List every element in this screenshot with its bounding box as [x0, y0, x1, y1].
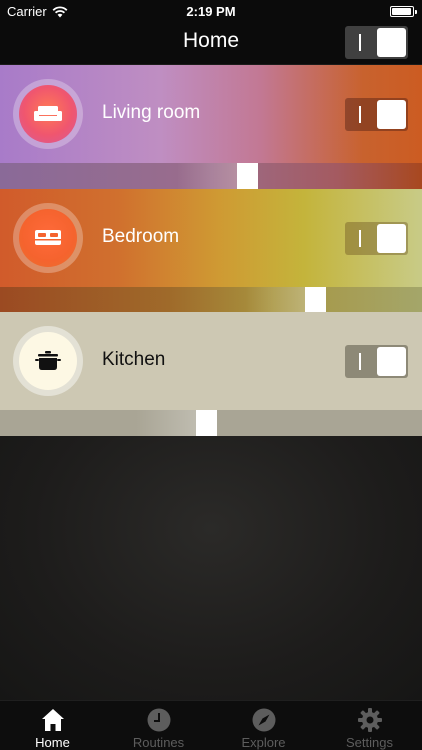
- living-room-brightness-slider[interactable]: [0, 163, 422, 189]
- sofa-icon: [34, 106, 62, 121]
- toggle-on-mark: [359, 353, 361, 370]
- nav-bar: Home: [0, 22, 422, 64]
- toggle-knob: [377, 28, 406, 57]
- slider-highlight: [136, 410, 196, 436]
- cooking-pot-icon: [35, 351, 61, 370]
- room-icon-circle[interactable]: [19, 85, 77, 143]
- kitchen-brightness-slider[interactable]: [0, 410, 422, 436]
- tab-routines[interactable]: Routines: [106, 701, 211, 750]
- tab-label: Explore: [241, 735, 286, 750]
- toggle-on-mark: [359, 34, 361, 51]
- living-room-toggle[interactable]: [345, 98, 408, 131]
- room-name: Kitchen: [102, 349, 166, 370]
- slider-highlight: [245, 287, 305, 313]
- slider-thumb[interactable]: [196, 410, 217, 436]
- slider-highlight: [177, 163, 237, 189]
- toggle-on-mark: [359, 230, 361, 247]
- tab-bar: Home Routines Explore Settings: [0, 700, 422, 750]
- room-row-living-room[interactable]: Living room: [0, 65, 422, 163]
- toggle-knob: [377, 100, 406, 129]
- tab-label: Home: [35, 735, 70, 750]
- slider-thumb[interactable]: [305, 287, 326, 313]
- battery-icon: [390, 6, 417, 17]
- tab-explore[interactable]: Explore: [211, 701, 316, 750]
- room-name: Bedroom: [102, 226, 180, 247]
- room-icon-circle[interactable]: [19, 209, 77, 267]
- room-icon-circle[interactable]: [19, 332, 77, 390]
- tab-label: Settings: [346, 735, 393, 750]
- tab-settings[interactable]: Settings: [317, 701, 422, 750]
- all-lights-toggle[interactable]: [345, 26, 408, 59]
- toggle-knob: [377, 347, 406, 376]
- clock-icon: [147, 708, 171, 732]
- bed-icon: [35, 230, 61, 245]
- toggle-on-mark: [359, 106, 361, 123]
- tab-label: Routines: [132, 735, 185, 750]
- status-time: 2:19 PM: [186, 4, 236, 19]
- kitchen-toggle[interactable]: [345, 345, 408, 378]
- room-icon-ring: [13, 79, 83, 149]
- room-icon-ring: [13, 203, 83, 273]
- bedroom-toggle[interactable]: [345, 222, 408, 255]
- room-name: Living room: [102, 102, 201, 123]
- bedroom-brightness-slider[interactable]: [0, 287, 422, 313]
- status-bar: Carrier 2:19 PM: [0, 0, 422, 22]
- room-row-kitchen[interactable]: Kitchen: [0, 312, 422, 410]
- room-row-bedroom[interactable]: Bedroom: [0, 189, 422, 287]
- compass-icon: [252, 708, 276, 732]
- house-icon: [42, 709, 64, 731]
- toggle-knob: [377, 224, 406, 253]
- room-icon-ring: [13, 326, 83, 396]
- tab-home[interactable]: Home: [0, 701, 105, 750]
- empty-content-area: [0, 436, 422, 700]
- gear-icon: [358, 708, 382, 732]
- slider-thumb[interactable]: [237, 163, 258, 189]
